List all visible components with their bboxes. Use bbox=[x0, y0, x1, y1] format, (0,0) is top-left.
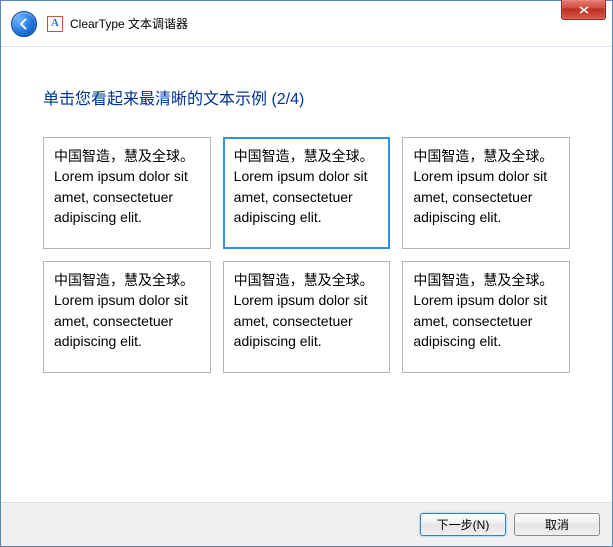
app-icon: A bbox=[47, 16, 63, 32]
text-sample-3[interactable]: 中国智造，慧及全球。 Lorem ipsum dolor sit amet, c… bbox=[402, 137, 570, 249]
sample-cjk-text: 中国智造，慧及全球。 bbox=[54, 270, 200, 290]
next-button[interactable]: 下一步(N) bbox=[420, 513, 506, 536]
back-button[interactable] bbox=[11, 11, 37, 37]
text-sample-4[interactable]: 中国智造，慧及全球。 Lorem ipsum dolor sit amet, c… bbox=[43, 261, 211, 373]
text-sample-6[interactable]: 中国智造，慧及全球。 Lorem ipsum dolor sit amet, c… bbox=[402, 261, 570, 373]
titlebar: A ClearType 文本调谐器 bbox=[1, 1, 612, 47]
sample-latin-text: Lorem ipsum dolor sit amet, consectetuer… bbox=[234, 290, 380, 351]
close-icon bbox=[579, 6, 589, 14]
close-button[interactable] bbox=[561, 0, 606, 20]
window-title: ClearType 文本调谐器 bbox=[70, 15, 188, 32]
sample-latin-text: Lorem ipsum dolor sit amet, consectetuer… bbox=[234, 166, 380, 227]
sample-cjk-text: 中国智造，慧及全球。 bbox=[413, 270, 559, 290]
page-heading: 单击您看起来最清晰的文本示例 (2/4) bbox=[43, 85, 570, 109]
sample-cjk-text: 中国智造，慧及全球。 bbox=[234, 270, 380, 290]
content-area: 单击您看起来最清晰的文本示例 (2/4) 中国智造，慧及全球。 Lorem ip… bbox=[1, 47, 612, 502]
sample-cjk-text: 中国智造，慧及全球。 bbox=[413, 146, 559, 166]
text-sample-2[interactable]: 中国智造，慧及全球。 Lorem ipsum dolor sit amet, c… bbox=[223, 137, 391, 249]
sample-latin-text: Lorem ipsum dolor sit amet, consectetuer… bbox=[413, 290, 559, 351]
back-arrow-icon bbox=[17, 17, 31, 31]
sample-cjk-text: 中国智造，慧及全球。 bbox=[54, 146, 200, 166]
sample-latin-text: Lorem ipsum dolor sit amet, consectetuer… bbox=[54, 166, 200, 227]
cleartype-tuner-window: A ClearType 文本调谐器 单击您看起来最清晰的文本示例 (2/4) 中… bbox=[0, 0, 613, 547]
sample-grid: 中国智造，慧及全球。 Lorem ipsum dolor sit amet, c… bbox=[43, 137, 570, 373]
sample-latin-text: Lorem ipsum dolor sit amet, consectetuer… bbox=[413, 166, 559, 227]
sample-cjk-text: 中国智造，慧及全球。 bbox=[234, 146, 380, 166]
footer: 下一步(N) 取消 bbox=[1, 502, 612, 546]
text-sample-1[interactable]: 中国智造，慧及全球。 Lorem ipsum dolor sit amet, c… bbox=[43, 137, 211, 249]
cancel-button[interactable]: 取消 bbox=[514, 513, 600, 536]
sample-latin-text: Lorem ipsum dolor sit amet, consectetuer… bbox=[54, 290, 200, 351]
text-sample-5[interactable]: 中国智造，慧及全球。 Lorem ipsum dolor sit amet, c… bbox=[223, 261, 391, 373]
